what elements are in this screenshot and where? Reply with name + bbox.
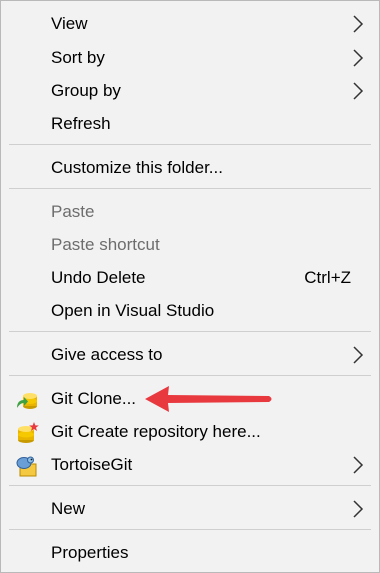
menu-item-properties[interactable]: Properties	[1, 536, 379, 569]
menu-item-label: Git Create repository here...	[51, 422, 261, 441]
menu-item-refresh[interactable]: Refresh	[1, 107, 379, 140]
menu-separator	[9, 485, 371, 486]
chevron-right-icon	[353, 346, 364, 364]
menu-separator	[9, 188, 371, 189]
context-menu: View Sort by Group by Refresh Customize …	[0, 0, 380, 573]
menu-item-label: Give access to	[51, 345, 163, 364]
menu-item-label: Refresh	[51, 114, 111, 133]
menu-separator	[9, 375, 371, 376]
menu-item-label: View	[51, 14, 88, 33]
menu-separator	[9, 529, 371, 530]
menu-item-label: Paste	[51, 202, 95, 221]
menu-item-paste-shortcut: Paste shortcut	[1, 228, 379, 261]
menu-item-undo-delete[interactable]: Undo Delete Ctrl+Z	[1, 261, 379, 294]
menu-item-sort-by[interactable]: Sort by	[1, 41, 379, 74]
menu-separator	[9, 331, 371, 332]
chevron-right-icon	[353, 500, 364, 518]
menu-item-shortcut: Ctrl+Z	[304, 268, 351, 287]
menu-item-new[interactable]: New	[1, 492, 379, 525]
tortoisegit-icon	[16, 456, 37, 477]
menu-item-label: New	[51, 499, 86, 518]
menu-item-open-visual-studio[interactable]: Open in Visual Studio	[1, 294, 379, 327]
chevron-right-icon	[353, 456, 364, 474]
menu-item-tortoisegit[interactable]: TortoiseGit	[1, 448, 379, 481]
git-clone-icon	[17, 393, 37, 409]
menu-item-label: TortoiseGit	[51, 455, 133, 474]
menu-item-label: Undo Delete	[51, 268, 146, 287]
menu-item-label: Properties	[51, 543, 129, 562]
menu-separator	[9, 144, 371, 145]
git-create-repo-icon	[18, 422, 39, 443]
chevron-right-icon	[353, 82, 364, 100]
menu-item-label: Paste shortcut	[51, 235, 160, 254]
chevron-right-icon	[353, 49, 364, 67]
menu-item-label: Customize this folder...	[51, 158, 223, 177]
menu-item-paste: Paste	[1, 195, 379, 228]
menu-item-label: Sort by	[51, 48, 105, 67]
menu-item-give-access[interactable]: Give access to	[1, 338, 379, 371]
menu-item-label: Open in Visual Studio	[51, 301, 215, 320]
annotation-arrow-icon	[145, 386, 272, 412]
menu-item-view[interactable]: View	[1, 7, 379, 40]
menu-item-git-create-repo[interactable]: Git Create repository here...	[1, 415, 379, 448]
menu-item-customize-folder[interactable]: Customize this folder...	[1, 151, 379, 184]
menu-item-label: Git Clone...	[51, 389, 137, 408]
chevron-right-icon	[353, 15, 364, 33]
menu-item-label: Group by	[51, 81, 121, 100]
menu-item-group-by[interactable]: Group by	[1, 74, 379, 107]
